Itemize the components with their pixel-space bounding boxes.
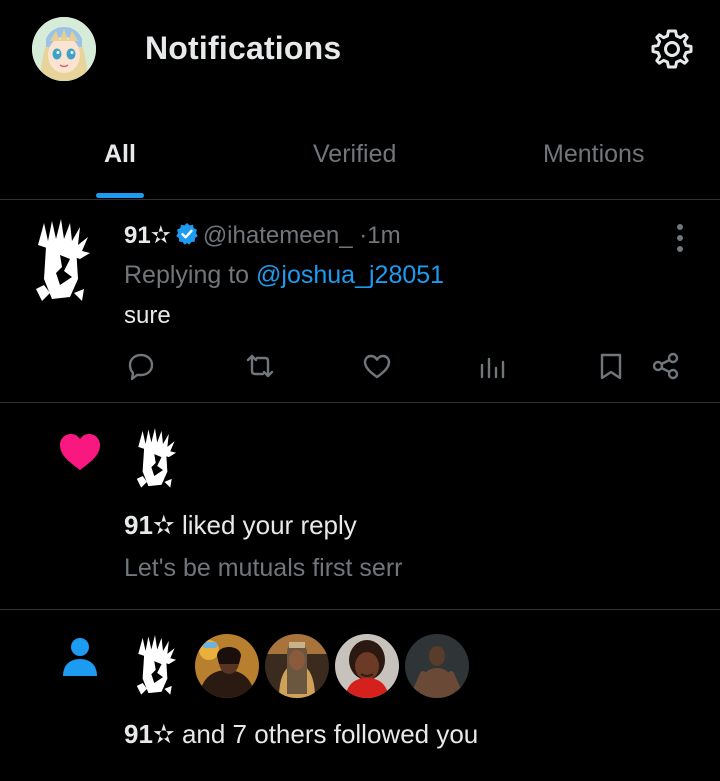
post-text: sure [124, 302, 171, 329]
gear-icon[interactable] [650, 27, 694, 71]
follower-avatar[interactable] [405, 634, 469, 698]
action-text: and 7 others followed you [174, 719, 479, 749]
like-notification[interactable]: 91✫ liked your reply Let's be mutuals fi… [0, 404, 720, 610]
like-notification-text: 91✫ liked your reply [124, 510, 357, 541]
heart-icon [58, 432, 102, 472]
action-text: liked your reply [174, 510, 357, 540]
person-icon [62, 637, 98, 677]
follower-avatar[interactable] [265, 634, 329, 698]
display-name[interactable]: 91✫ [124, 222, 171, 249]
avatar[interactable] [132, 635, 178, 699]
reply-post[interactable]: 91✫ @ihatemeen_ ·1m Replying to @joshua_j… [0, 201, 720, 403]
follower-avatar[interactable] [335, 634, 399, 698]
verified-badge-icon [175, 222, 199, 246]
views-icon[interactable] [478, 351, 508, 381]
user-handle[interactable]: @ihatemeen_ [203, 222, 353, 249]
tab-all[interactable]: All [104, 140, 136, 169]
profile-avatar[interactable] [32, 17, 96, 81]
active-tab-indicator [96, 193, 144, 198]
replying-to: Replying to @joshua_j28051 [124, 261, 444, 290]
more-options-icon[interactable] [668, 221, 692, 255]
top-bar: Notifications [0, 0, 720, 100]
tab-mentions[interactable]: Mentions [543, 140, 644, 169]
notification-tabs: All Verified Mentions [0, 120, 720, 200]
anime-avatar-icon [32, 17, 96, 81]
follow-notification[interactable]: 91✫ and 7 others followed you [0, 611, 720, 781]
avatar[interactable] [132, 428, 178, 492]
page-title: Notifications [145, 30, 342, 66]
post-meta: 91✫ @ihatemeen_ ·1m [124, 221, 401, 250]
actor-name[interactable]: 91✫ [124, 719, 175, 749]
liked-post-snippet: Let's be mutuals first serr [124, 554, 403, 582]
replying-to-label: Replying to [124, 261, 257, 289]
share-icon[interactable] [651, 351, 681, 381]
reply-icon[interactable] [126, 351, 156, 381]
like-icon[interactable] [362, 351, 392, 381]
tab-verified[interactable]: Verified [313, 140, 396, 169]
avatar[interactable] [30, 219, 92, 307]
replying-to-link[interactable]: @joshua_j28051 [256, 261, 444, 289]
post-time: 1m [367, 222, 401, 249]
bookmark-icon[interactable] [596, 351, 626, 381]
follow-notification-text: 91✫ and 7 others followed you [124, 719, 478, 750]
actor-name[interactable]: 91✫ [124, 510, 175, 540]
follower-avatar[interactable] [195, 634, 259, 698]
retweet-icon[interactable] [245, 351, 275, 381]
